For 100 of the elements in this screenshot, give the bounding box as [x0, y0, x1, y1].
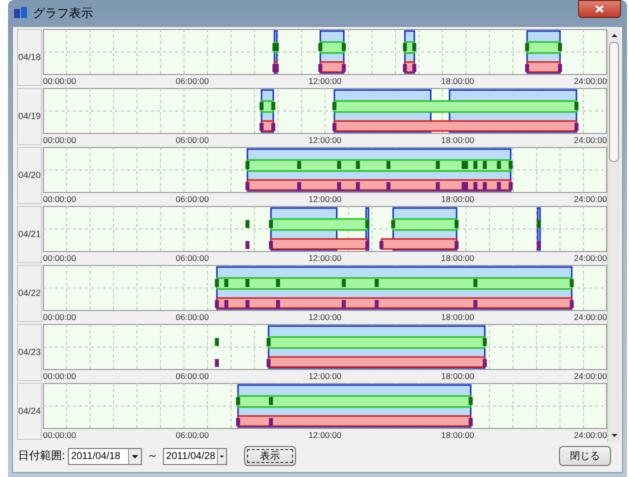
axis-label: 12:00:00 — [308, 370, 342, 382]
event-marker — [454, 241, 459, 249]
event-marker — [496, 161, 501, 169]
event-marker — [245, 241, 250, 249]
axis-label: 12:00:00 — [308, 311, 342, 323]
event-marker — [402, 64, 407, 72]
axis-label: 24:00:00 — [574, 429, 607, 441]
event-marker — [332, 102, 336, 110]
close-button[interactable] — [578, 0, 621, 18]
event-marker — [342, 279, 346, 287]
usage-bar — [526, 61, 561, 73]
dropdown-caret-icon — [128, 448, 142, 464]
date-label: 04/19 — [17, 88, 42, 145]
axis-label: 12:00:00 — [308, 193, 342, 205]
axis-label: 06:00:00 — [176, 193, 209, 205]
event-marker — [473, 161, 478, 169]
event-marker — [473, 279, 478, 287]
event-marker — [268, 241, 273, 249]
axis-label: 24:00:00 — [574, 193, 607, 205]
axis-label: 24:00:00 — [574, 252, 607, 264]
close-icon — [595, 5, 604, 13]
axis-label: 18:00:00 — [441, 429, 474, 441]
event-marker — [468, 397, 473, 405]
event-marker — [473, 300, 478, 308]
event-marker — [276, 300, 280, 308]
event-marker — [214, 300, 219, 308]
axis-label: 06:00:00 — [176, 429, 209, 441]
event-marker — [297, 161, 302, 169]
event-marker — [332, 123, 336, 131]
event-marker — [496, 182, 501, 190]
to-date-dropdown[interactable]: 2011/04/28 — [163, 448, 228, 464]
event-marker — [365, 220, 370, 228]
event-marker — [337, 182, 342, 190]
close-window-button[interactable]: 閉じる — [559, 446, 611, 466]
event-marker — [271, 123, 276, 131]
event-marker — [508, 161, 513, 169]
event-marker — [245, 220, 250, 228]
event-marker — [482, 338, 487, 346]
event-marker — [386, 182, 390, 190]
event-marker — [245, 300, 250, 308]
event-marker — [356, 161, 360, 169]
show-button[interactable]: 表示 — [244, 446, 296, 466]
axis-label: 00:00:00 — [43, 429, 76, 441]
event-marker — [276, 279, 280, 287]
event-marker — [558, 43, 562, 51]
axis-label: 06:00:00 — [176, 134, 209, 146]
event-marker — [374, 279, 379, 287]
from-date-dropdown[interactable]: 2011/04/18 — [68, 448, 142, 464]
axis-label: 00:00:00 — [43, 370, 76, 382]
event-marker — [260, 102, 264, 110]
event-marker — [525, 43, 530, 51]
date-label: 04/21 — [17, 206, 42, 263]
axis-label: 06:00:00 — [176, 311, 209, 323]
axis-label: 18:00:00 — [441, 252, 474, 264]
event-marker — [574, 102, 578, 110]
date-label: 04/22 — [17, 265, 42, 322]
window-title: グラフ表示 — [33, 5, 93, 22]
event-marker — [436, 161, 440, 169]
axis-label: 06:00:00 — [176, 370, 209, 382]
event-marker — [374, 300, 379, 308]
event-marker — [236, 397, 240, 405]
axis-label: 18:00:00 — [441, 193, 474, 205]
event-marker — [224, 279, 228, 287]
event-marker — [356, 182, 360, 190]
axis-label: 24:00:00 — [574, 134, 607, 146]
axis-label: 06:00:00 — [176, 252, 209, 264]
axis-label: 12:00:00 — [308, 429, 342, 441]
event-marker — [337, 161, 342, 169]
scroll-thumb[interactable] — [609, 42, 619, 162]
axis-label: 18:00:00 — [441, 370, 474, 382]
event-marker — [570, 300, 574, 308]
event-marker — [214, 338, 219, 346]
event-marker — [412, 64, 416, 72]
date-label: 04/18 — [17, 29, 42, 86]
event-marker — [318, 43, 322, 51]
range-separator: ～ — [147, 448, 158, 464]
axis-label: 12:00:00 — [308, 134, 342, 146]
axis-label: 18:00:00 — [441, 311, 474, 323]
event-marker — [224, 300, 228, 308]
event-marker — [570, 279, 574, 287]
event-marker — [468, 418, 473, 426]
event-marker — [271, 102, 276, 110]
date-range-label: 日付範囲: — [18, 448, 66, 464]
event-marker — [379, 241, 384, 249]
event-marker — [268, 418, 273, 426]
event-marker — [391, 220, 396, 228]
event-marker — [454, 220, 459, 228]
event-marker — [436, 182, 440, 190]
axis-label: 24:00:00 — [574, 311, 607, 323]
axis-label: 00:00:00 — [43, 252, 76, 264]
event-marker — [266, 359, 271, 367]
axis-label: 24:00:00 — [574, 75, 607, 87]
event-marker — [386, 161, 390, 169]
event-marker — [482, 359, 487, 367]
axis-label: 12:00:00 — [308, 252, 342, 264]
event-marker — [268, 397, 273, 405]
event-marker — [268, 220, 273, 228]
event-marker — [525, 64, 530, 72]
event-marker — [482, 161, 487, 169]
scrollbar[interactable] — [607, 29, 620, 442]
